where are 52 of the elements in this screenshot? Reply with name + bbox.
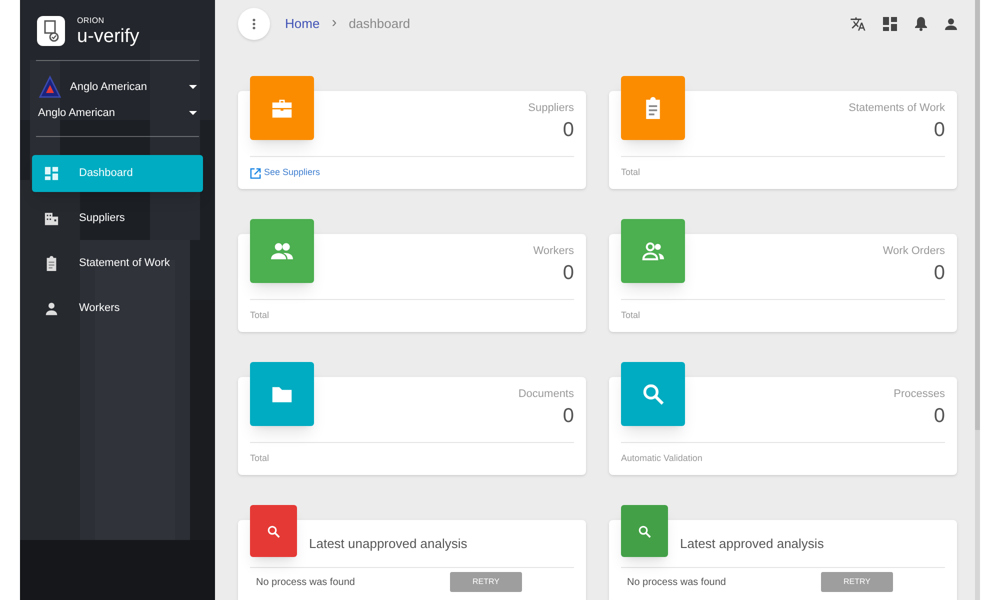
nav-item[interactable]: Statement of Work [32,244,203,282]
breadcrumb-separator: › [332,13,337,34]
organization-dropdown[interactable]: Anglo American [70,78,197,96]
stat-value: 0 [934,404,945,428]
brand-subtitle: ORION [77,16,106,24]
search-icon [267,524,280,538]
stat-value: 0 [562,404,574,428]
analysis-title: Latest unapproved analysis [309,534,468,553]
dashboard-icon[interactable] [883,16,897,30]
caret-icon [189,111,197,116]
caret-icon [189,85,197,89]
nav-item[interactable]: Workers [32,290,203,326]
stat-footer-text: Total [250,309,270,322]
translate-icon[interactable] [850,16,866,32]
person-icon [44,300,59,316]
external-link-icon [250,168,261,178]
brand-title: u-verify [77,26,140,46]
stat-label: Documents [518,387,574,402]
stat-footer-text: Total [250,452,270,466]
breadcrumb-link[interactable]: Home [285,14,320,34]
logo-icon [37,16,65,46]
search-icon [642,383,664,405]
empty-message: No process was found [627,576,727,590]
stat-value: 0 [562,118,574,142]
stat-value: 0 [934,118,945,142]
account-icon[interactable] [945,18,957,30]
stat-label: Suppliers [528,101,574,116]
breadcrumb-current: dashboard [348,14,410,33]
people-icon [271,240,293,262]
company-logo-icon [38,75,62,99]
stat-footer-text: Automatic Validation [621,452,702,466]
stat-value: 0 [562,260,574,286]
scrollbar-thumb[interactable] [975,0,980,430]
building-icon [44,210,59,226]
dashboard-icon [44,166,59,180]
stat-label: Processes [894,387,945,402]
stat-footer-text: Total [621,166,640,180]
search-icon [638,524,651,538]
more-vertical-icon [252,18,256,30]
notifications-icon[interactable] [914,16,928,31]
briefcase-icon [271,97,293,119]
stat-footer-text: Total [621,309,640,322]
stat-value: 0 [934,260,945,286]
stat-label: Statements of Work [848,101,945,116]
stat-label: Workers [533,244,574,259]
see-suppliers-link[interactable]: See Suppliers [250,166,320,180]
analysis-title: Latest approved analysis [680,534,824,553]
nav-item[interactable]: Suppliers [32,200,203,236]
organization-dropdown[interactable]: Anglo American [38,105,197,122]
empty-message: No process was found [256,576,356,590]
people-icon [642,240,664,262]
stat-label: Work Orders [882,244,945,259]
